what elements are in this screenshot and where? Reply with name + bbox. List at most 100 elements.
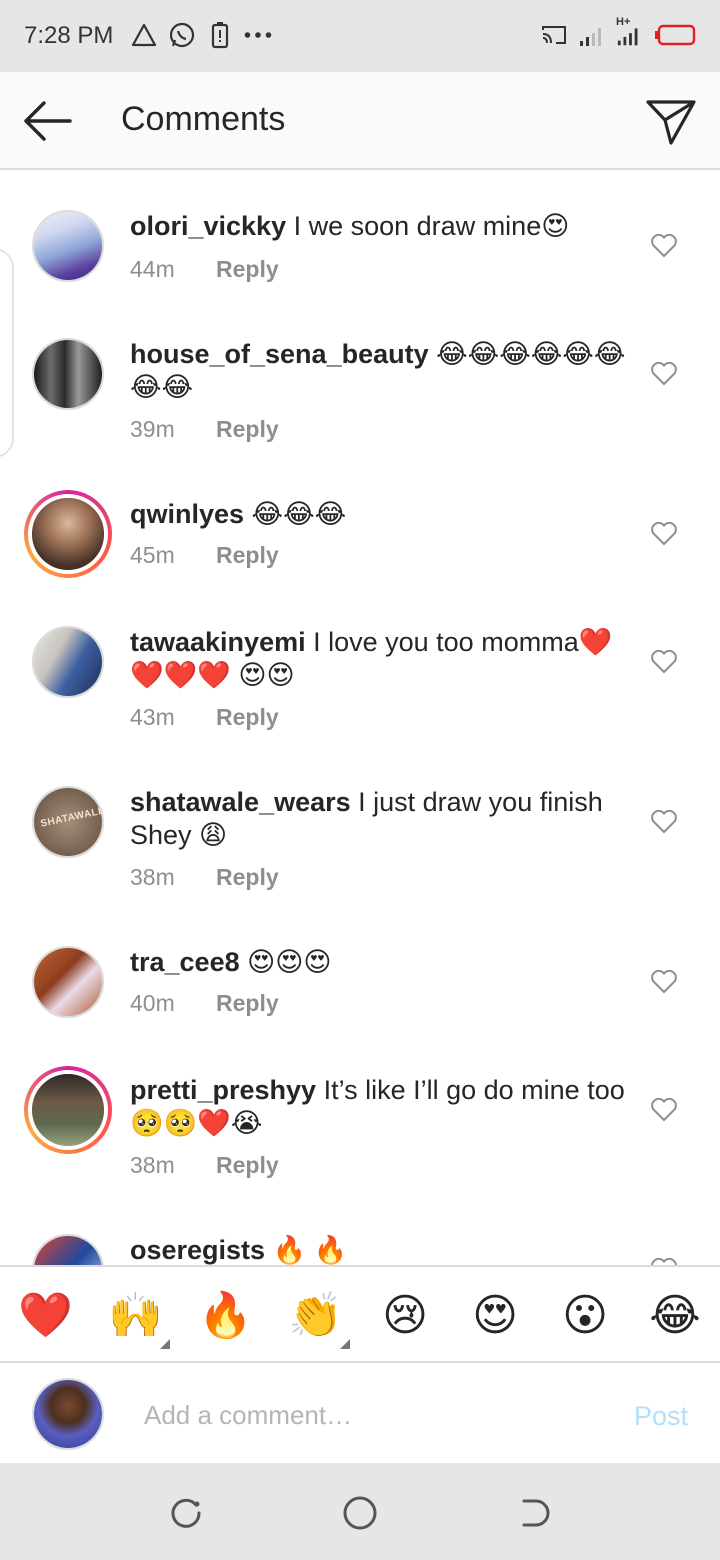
- more-dots-icon: [244, 20, 272, 50]
- emoji-crying-face[interactable]: 😢: [378, 1289, 432, 1343]
- share-button[interactable]: [644, 94, 698, 148]
- heart-outline-icon: [651, 361, 677, 386]
- comment-text: oseregists 🔥 🔥: [130, 1234, 630, 1265]
- comment-text: tawaakinyemi I love you too momma❤️❤️❤️❤…: [130, 626, 630, 692]
- comment-time: 38m: [130, 864, 175, 890]
- signal-icon: [578, 20, 606, 50]
- reply-button[interactable]: Reply: [216, 864, 279, 890]
- reply-button[interactable]: Reply: [216, 704, 279, 730]
- heart-outline-icon: [651, 649, 677, 674]
- comment-meta: 45m Reply: [130, 542, 279, 569]
- avatar[interactable]: [32, 946, 104, 1018]
- comment-meta: 39m Reply: [130, 416, 279, 443]
- emoji-fire[interactable]: 🔥: [198, 1289, 253, 1343]
- comment-meta: 38m Reply: [130, 1152, 279, 1179]
- comment-time: 40m: [130, 990, 175, 1016]
- comment-time: 39m: [130, 416, 175, 442]
- back-icon: [522, 1499, 550, 1527]
- comment-message: 🔥 🔥: [265, 1235, 348, 1265]
- comment-username[interactable]: olori_vickky: [130, 211, 286, 241]
- comment-time: 43m: [130, 704, 175, 730]
- like-button[interactable]: [650, 360, 678, 386]
- comment-time: 44m: [130, 256, 175, 282]
- status-time: 7:28 PM: [24, 22, 114, 49]
- comment-text: olori_vickky I we soon draw mine😍: [130, 210, 630, 243]
- avatar-story-ring[interactable]: [24, 1066, 112, 1154]
- comment-username[interactable]: oseregists: [130, 1235, 265, 1265]
- emoji-tears-of-joy[interactable]: 😂: [648, 1289, 702, 1343]
- avatar[interactable]: [32, 1234, 104, 1265]
- emoji-reaction-bar: ❤️ 🙌 🔥 👏 😢 😍 😮 😂: [0, 1265, 720, 1363]
- reply-button[interactable]: Reply: [216, 416, 279, 442]
- comment-username[interactable]: shatawale_wears: [130, 787, 351, 817]
- status-bar: 7:28 PM H+: [0, 0, 720, 72]
- comment-text: shatawale_wears I just draw you finish S…: [130, 786, 630, 852]
- comment-username[interactable]: pretti_preshyy: [130, 1075, 316, 1105]
- reply-button[interactable]: Reply: [216, 542, 279, 568]
- like-button[interactable]: [650, 1256, 678, 1265]
- reply-button[interactable]: Reply: [216, 1152, 279, 1178]
- like-button[interactable]: [650, 1096, 678, 1122]
- comment-time: 45m: [130, 542, 175, 568]
- heart-outline-icon: [651, 1097, 677, 1122]
- heart-outline-icon: [651, 1257, 677, 1265]
- avatar[interactable]: [32, 338, 104, 410]
- comment-username[interactable]: house_of_sena_beauty: [130, 339, 429, 369]
- comment-username[interactable]: tra_cee8: [130, 947, 240, 977]
- like-button[interactable]: [650, 520, 678, 546]
- recents-button[interactable]: [166, 1493, 206, 1533]
- comment-input[interactable]: [144, 1393, 584, 1437]
- comment-username[interactable]: qwinlyes: [130, 499, 244, 529]
- network-label: H+: [616, 16, 631, 28]
- reply-button[interactable]: Reply: [216, 990, 279, 1016]
- like-button[interactable]: [650, 968, 678, 994]
- header: Comments: [0, 72, 720, 170]
- battery-icon: [654, 20, 696, 50]
- paper-plane-icon: [646, 100, 696, 145]
- emoji-heart-eyes[interactable]: 😍: [468, 1289, 522, 1343]
- like-button[interactable]: [650, 232, 678, 258]
- comment-message: I we soon draw mine😍: [286, 211, 570, 241]
- like-button[interactable]: [650, 808, 678, 834]
- comment-message: 😍😍😍: [239, 947, 332, 977]
- side-edge-panel[interactable]: [0, 248, 14, 458]
- system-back-button[interactable]: [514, 1493, 554, 1533]
- system-nav-bar: [0, 1463, 720, 1560]
- avatar[interactable]: [32, 210, 104, 282]
- comment-meta: 40m Reply: [130, 990, 279, 1017]
- comment-meta: 43m Reply: [130, 704, 279, 731]
- signal-4g-icon: H+: [616, 16, 644, 50]
- avatar-text: SHATAWALE: [39, 805, 104, 830]
- comment-username[interactable]: tawaakinyemi: [130, 627, 306, 657]
- reply-button[interactable]: Reply: [216, 256, 279, 282]
- home-button[interactable]: [340, 1493, 380, 1533]
- heart-outline-icon: [651, 521, 677, 546]
- page-title: Comments: [121, 100, 286, 138]
- back-button[interactable]: [20, 96, 76, 146]
- avatar-story-ring[interactable]: [24, 490, 112, 578]
- post-button[interactable]: Post: [634, 1401, 688, 1432]
- emoji-surprised-face[interactable]: 😮: [558, 1289, 612, 1343]
- like-button[interactable]: [650, 648, 678, 674]
- comment-meta: 44m Reply: [130, 256, 279, 283]
- emoji-raising-hands[interactable]: 🙌: [108, 1289, 163, 1343]
- comment-list[interactable]: olori_vickky I we soon draw mine😍 44m Rep…: [0, 170, 720, 1265]
- emoji-clapping-hands[interactable]: 👏: [288, 1289, 343, 1343]
- warning-icon: [130, 20, 158, 50]
- skin-tone-indicator: [340, 1339, 350, 1349]
- comment-text: tra_cee8 😍😍😍: [130, 946, 630, 979]
- heart-outline-icon: [651, 969, 677, 994]
- heart-outline-icon: [651, 233, 677, 258]
- recents-icon: [171, 1498, 201, 1528]
- status-icons-right: H+: [540, 16, 696, 50]
- arrow-left-icon: [24, 101, 72, 141]
- heart-outline-icon: [651, 809, 677, 834]
- comment-message: 😂😂😂: [244, 499, 347, 529]
- skin-tone-indicator: [160, 1339, 170, 1349]
- avatar[interactable]: SHATAWALE: [32, 786, 104, 858]
- comment-time: 38m: [130, 1152, 175, 1178]
- emoji-red-heart[interactable]: ❤️: [18, 1289, 73, 1343]
- avatar[interactable]: [32, 626, 104, 698]
- whatsapp-icon: [168, 20, 196, 50]
- cast-icon: [540, 20, 568, 50]
